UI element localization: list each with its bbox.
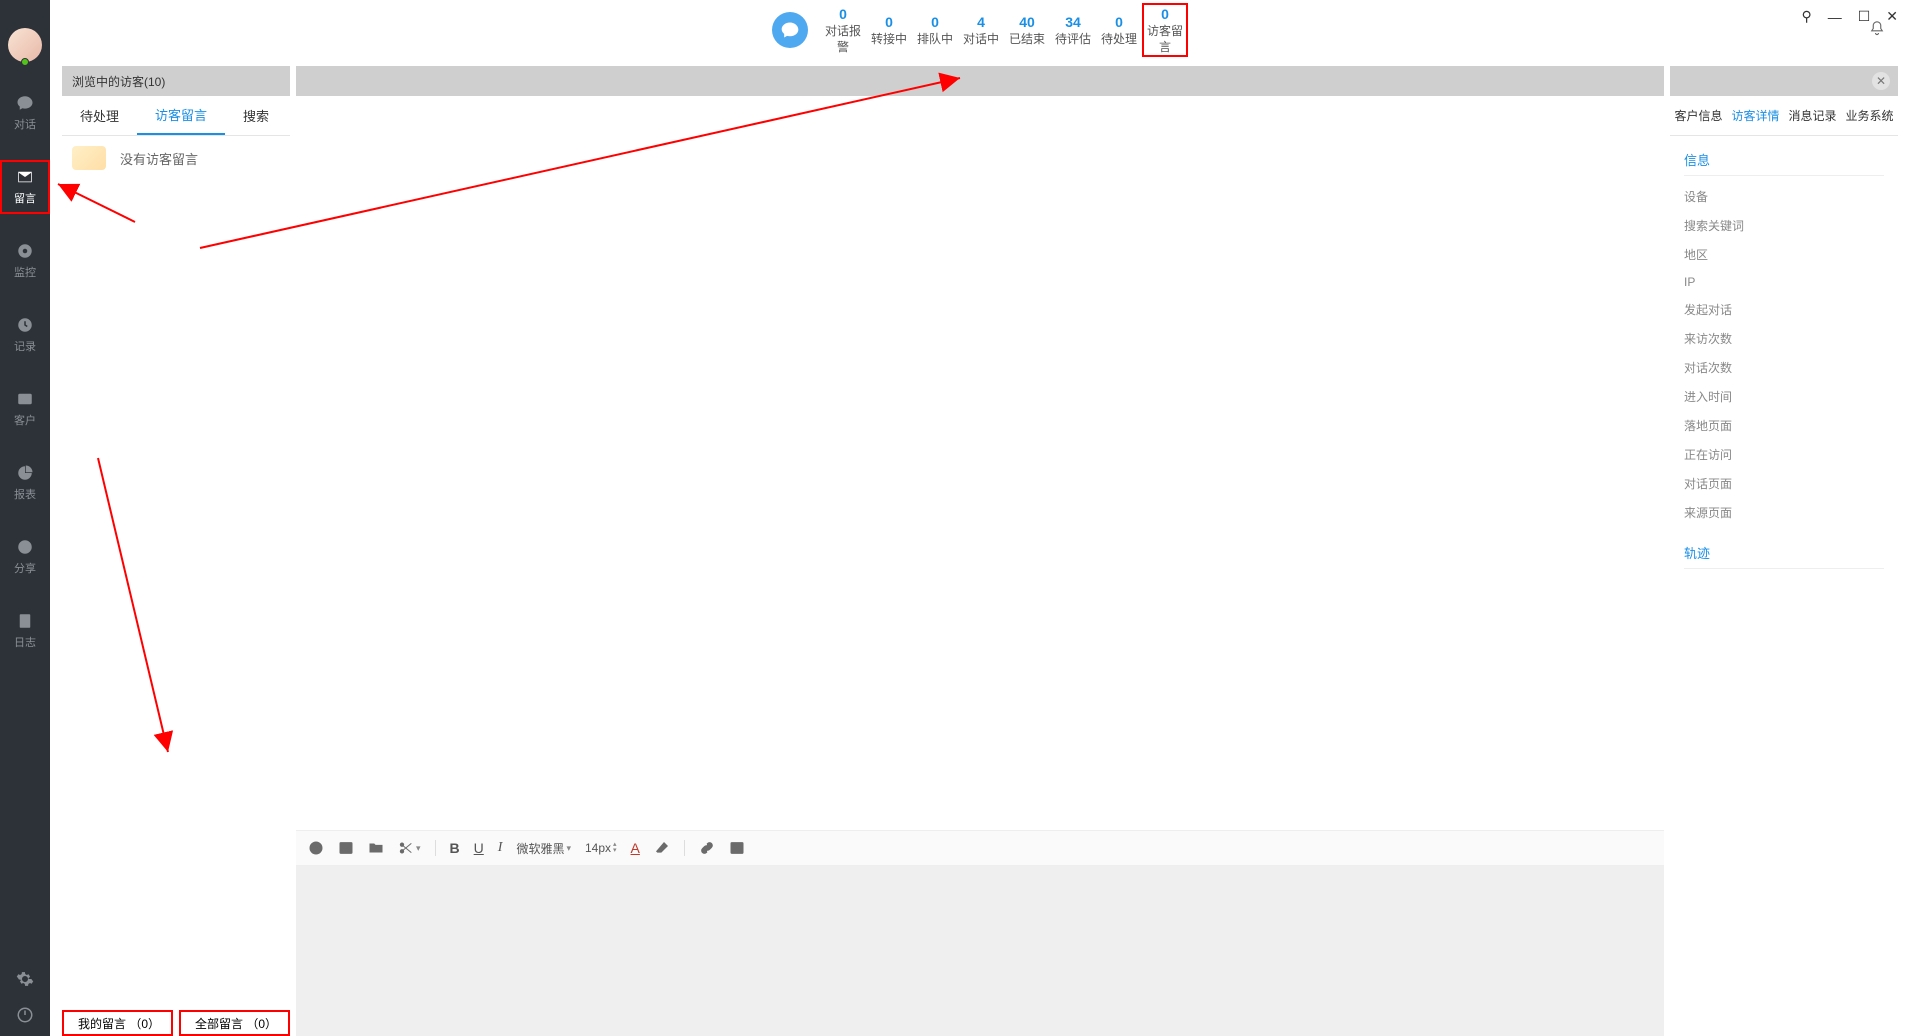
- info-device: 设备: [1684, 182, 1884, 211]
- stat-transfer[interactable]: 0转接中: [866, 13, 912, 47]
- font-size-select[interactable]: 14px▴▾: [585, 841, 617, 855]
- nav-customer[interactable]: 客户: [0, 382, 50, 436]
- visitor-panel: 浏览中的访客(10) 待处理 访客留言 搜索 没有访客留言 我的留言 （0） 全…: [62, 66, 290, 1036]
- emoji-icon[interactable]: [308, 840, 324, 856]
- details-panel: ✕ 客户信息 访客详情 消息记录 业务系统 信息 设备 搜索关键词 地区 IP …: [1670, 66, 1898, 1036]
- link-icon[interactable]: [699, 840, 715, 856]
- info-chat-count: 对话次数: [1684, 353, 1884, 382]
- doc-icon: [16, 612, 34, 630]
- info-landing-page: 落地页面: [1684, 411, 1884, 440]
- tab-business-system[interactable]: 业务系统: [1841, 96, 1898, 135]
- folder-icon[interactable]: [368, 840, 384, 856]
- nav-label: 留言: [14, 190, 36, 206]
- nav-label: 监控: [14, 264, 36, 280]
- separator: [684, 840, 685, 856]
- eye-icon: [16, 242, 34, 260]
- chevron-down-icon[interactable]: ▾: [416, 843, 421, 854]
- nav-label: 报表: [14, 486, 36, 502]
- conversation-panel: ▾ B U I 微软雅黑▾ 14px▴▾ A: [296, 66, 1664, 1036]
- stat-queue[interactable]: 0排队中: [912, 13, 958, 47]
- status-online-icon: [21, 58, 29, 66]
- info-visit-count: 来访次数: [1684, 324, 1884, 353]
- font-name-select[interactable]: 微软雅黑▾: [516, 840, 571, 857]
- tab-message-record[interactable]: 消息记录: [1784, 96, 1841, 135]
- left-sidebar: 对话 留言 监控 记录 客户 报表 分享 日志: [0, 0, 50, 1036]
- nav-report[interactable]: 报表: [0, 456, 50, 510]
- scissors-icon[interactable]: [398, 840, 414, 856]
- picture-icon[interactable]: [729, 840, 745, 856]
- tab-customer-info[interactable]: 客户信息: [1670, 96, 1727, 135]
- avatar[interactable]: [8, 28, 42, 62]
- image-icon[interactable]: [338, 840, 354, 856]
- tab-pending[interactable]: 待处理: [62, 96, 137, 135]
- clock-icon: [16, 316, 34, 334]
- tab-all-messages[interactable]: 全部留言 （0）: [179, 1010, 290, 1036]
- empty-state: 没有访客留言: [62, 136, 290, 180]
- info-region: 地区: [1684, 240, 1884, 269]
- settings-icon[interactable]: [16, 970, 34, 988]
- conversation-body: [296, 96, 1664, 830]
- empty-icon: [72, 146, 106, 170]
- tab-my-messages[interactable]: 我的留言 （0）: [62, 1010, 173, 1036]
- nav-label: 日志: [14, 634, 36, 650]
- nav-record[interactable]: 记录: [0, 308, 50, 362]
- details-tabs: 客户信息 访客详情 消息记录 业务系统: [1670, 96, 1898, 136]
- nav-log[interactable]: 日志: [0, 604, 50, 658]
- stat-pending-eval[interactable]: 34待评估: [1050, 13, 1096, 47]
- tab-search[interactable]: 搜索: [225, 96, 287, 135]
- stat-alert[interactable]: 0对话报警: [820, 5, 866, 55]
- tab-visitor-message[interactable]: 访客留言: [137, 96, 225, 135]
- stat-pending[interactable]: 0待处理: [1096, 13, 1142, 47]
- italic-button[interactable]: I: [498, 840, 503, 856]
- visitor-list: 没有访客留言: [62, 136, 290, 1006]
- info-source-page: 来源页面: [1684, 498, 1884, 527]
- pie-icon: [16, 464, 34, 482]
- eraser-icon[interactable]: [654, 840, 670, 856]
- top-stats-bar: 0对话报警 0转接中 0排队中 4对话中 40已结束 34待评估 0待处理 0访…: [50, 0, 1910, 60]
- nav-label: 记录: [14, 338, 36, 354]
- info-chat-page: 对话页面: [1684, 469, 1884, 498]
- id-card-icon: [16, 390, 34, 408]
- tab-visitor-detail[interactable]: 访客详情: [1727, 96, 1784, 135]
- nav-message[interactable]: 留言: [0, 160, 50, 214]
- mail-icon: [16, 168, 34, 186]
- nav-label: 分享: [14, 560, 36, 576]
- power-icon[interactable]: [16, 1006, 34, 1024]
- nav-label: 对话: [14, 116, 36, 132]
- visitor-panel-header: 浏览中的访客(10): [62, 66, 290, 96]
- conversation-header: [296, 66, 1664, 96]
- info-keyword: 搜索关键词: [1684, 211, 1884, 240]
- section-info-title: 信息: [1684, 144, 1884, 176]
- nav-label: 客户: [14, 412, 36, 428]
- section-track-title: 轨迹: [1684, 537, 1884, 569]
- editor-toolbar: ▾ B U I 微软雅黑▾ 14px▴▾ A: [296, 830, 1664, 866]
- font-color-button[interactable]: A: [631, 840, 640, 856]
- stat-bubble-icon: [772, 12, 808, 48]
- info-visiting: 正在访问: [1684, 440, 1884, 469]
- underline-button[interactable]: U: [474, 840, 484, 856]
- empty-text: 没有访客留言: [120, 149, 198, 168]
- separator: [435, 840, 436, 856]
- info-ip: IP: [1684, 269, 1884, 295]
- stat-visitor-message[interactable]: 0访客留言: [1142, 3, 1188, 57]
- visitor-panel-tabs: 待处理 访客留言 搜索: [62, 96, 290, 136]
- notification-bell-icon[interactable]: [1868, 20, 1886, 41]
- details-body: 信息 设备 搜索关键词 地区 IP 发起对话 来访次数 对话次数 进入时间 落地…: [1670, 136, 1898, 1036]
- nav-share[interactable]: 分享: [0, 530, 50, 584]
- stat-chatting[interactable]: 4对话中: [958, 13, 1004, 47]
- message-input[interactable]: [296, 866, 1664, 1036]
- share-icon: [16, 538, 34, 556]
- bottom-tabs: 我的留言 （0） 全部留言 （0）: [62, 1006, 290, 1036]
- bold-button[interactable]: B: [450, 840, 460, 856]
- info-enter-time: 进入时间: [1684, 382, 1884, 411]
- info-start-chat: 发起对话: [1684, 295, 1884, 324]
- chat-icon: [16, 94, 34, 112]
- stat-ended[interactable]: 40已结束: [1004, 13, 1050, 47]
- details-header: ✕: [1670, 66, 1898, 96]
- close-panel-icon[interactable]: ✕: [1872, 72, 1890, 90]
- nav-chat[interactable]: 对话: [0, 86, 50, 140]
- nav-monitor[interactable]: 监控: [0, 234, 50, 288]
